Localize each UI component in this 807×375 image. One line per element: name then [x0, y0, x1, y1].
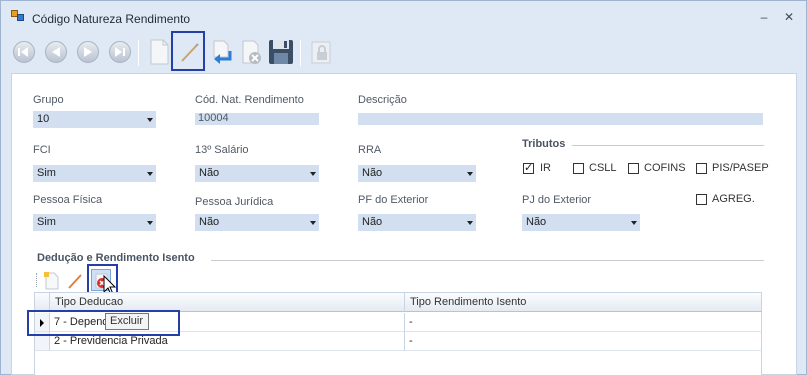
cod-nat-field: 10004: [195, 112, 319, 125]
ir-label: IR: [540, 162, 551, 174]
toolbar-separator: [138, 40, 139, 66]
ir-checkbox[interactable]: ✓: [523, 162, 534, 174]
chevron-down-icon: [147, 172, 153, 176]
deducao-divider: [211, 260, 764, 261]
fci-label: FCI: [33, 144, 51, 156]
tributos-title: Tributos: [522, 138, 566, 150]
descricao-field[interactable]: [358, 113, 763, 125]
previous-record-icon: [45, 41, 67, 63]
toolbar-separator: [300, 40, 301, 66]
chevron-down-icon: [467, 221, 473, 225]
row-highlight: [27, 310, 180, 336]
excluir-tooltip: Excluir: [105, 313, 149, 330]
fci-combo[interactable]: Sim: [33, 165, 156, 182]
pf-exterior-label: PF do Exterior: [358, 194, 429, 206]
lock-icon: [311, 41, 331, 64]
cofins-checkbox[interactable]: [628, 163, 639, 174]
grupo-combo[interactable]: 10: [33, 111, 156, 128]
next-record-button[interactable]: [73, 37, 103, 67]
delete-icon: [242, 40, 261, 64]
app-icon: [11, 10, 25, 22]
pessoa-juridica-value: Não: [199, 216, 220, 228]
lock-button[interactable]: [306, 37, 336, 67]
pessoa-fisica-value: Sim: [37, 216, 56, 228]
save-icon: [269, 40, 293, 64]
first-record-button[interactable]: [9, 37, 39, 67]
deducao-title: Dedução e Rendimento Isento: [37, 252, 195, 264]
chevron-down-icon: [147, 221, 153, 225]
main-toolbar: [3, 32, 804, 72]
window-title: Código Natureza Rendimento: [32, 12, 191, 26]
csll-checkbox[interactable]: [573, 163, 584, 174]
chevron-down-icon: [310, 221, 316, 225]
close-button[interactable]: ✕: [782, 10, 796, 24]
pessoa-fisica-combo[interactable]: Sim: [33, 214, 156, 231]
tributos-divider: [572, 145, 764, 146]
rra-combo[interactable]: Não: [358, 165, 476, 182]
main-window: Código Natureza Rendimento – ✕ Grupo 10 …: [0, 0, 807, 375]
new-record-icon: [150, 39, 169, 65]
last-record-button[interactable]: [105, 37, 135, 67]
edit-row-icon[interactable]: [67, 272, 83, 290]
next-record-icon: [77, 41, 99, 63]
descricao-label: Descrição: [358, 94, 407, 106]
cod-nat-label: Cód. Nat. Rendimento: [195, 94, 304, 106]
grid-toolbar: [34, 269, 764, 293]
grupo-value: 10: [37, 113, 50, 125]
title-bar: Código Natureza Rendimento – ✕: [1, 1, 806, 31]
pj-exterior-combo[interactable]: Não: [522, 214, 640, 231]
add-row-icon[interactable]: [44, 272, 60, 290]
decimo-label: 13º Salário: [195, 144, 249, 156]
grupo-label: Grupo: [33, 94, 64, 106]
chevron-down-icon: [310, 172, 316, 176]
pj-exterior-label: PJ do Exterior: [522, 194, 592, 206]
minimize-button[interactable]: –: [757, 10, 771, 24]
table-row-cell[interactable]: -: [405, 332, 762, 351]
pis-pasep-label: PIS/PASEP: [712, 162, 769, 174]
csll-label: CSLL: [589, 162, 617, 174]
delete-button[interactable]: [237, 37, 267, 67]
pf-exterior-value: Não: [362, 216, 383, 228]
cofins-label: COFINS: [644, 162, 686, 174]
toolbar-grip: [36, 273, 38, 287]
chevron-down-icon: [147, 118, 153, 122]
undo-icon: [213, 40, 232, 64]
fci-value: Sim: [37, 167, 56, 179]
pessoa-juridica-combo[interactable]: Não: [195, 214, 319, 231]
pessoa-fisica-label: Pessoa Física: [33, 194, 103, 206]
rra-value: Não: [362, 167, 383, 179]
pj-exterior-value: Não: [526, 216, 547, 228]
pis-pasep-checkbox[interactable]: [696, 163, 707, 174]
previous-record-button[interactable]: [41, 37, 71, 67]
agreg-label: AGREG.: [712, 193, 755, 205]
edit-button-highlight: [171, 31, 205, 71]
agreg-checkbox[interactable]: [696, 194, 707, 205]
pf-exterior-combo[interactable]: Não: [358, 214, 476, 231]
new-record-button[interactable]: [144, 37, 174, 67]
chevron-down-icon: [467, 172, 473, 176]
cod-nat-value: 10004: [198, 112, 229, 124]
decimo-combo[interactable]: Não: [195, 165, 319, 182]
last-record-icon: [109, 41, 131, 63]
rra-label: RRA: [358, 144, 382, 156]
undo-button[interactable]: [206, 37, 236, 67]
pessoa-juridica-label: Pessoa Jurídica: [195, 196, 274, 208]
chevron-down-icon: [631, 221, 637, 225]
decimo-value: Não: [199, 167, 220, 179]
table-row-cell[interactable]: -: [405, 313, 762, 332]
save-button[interactable]: [266, 37, 296, 67]
column-tipo-rendimento[interactable]: Tipo Rendimento Isento: [405, 293, 762, 312]
checkmark-icon: ✓: [524, 162, 534, 174]
first-record-icon: [13, 41, 35, 63]
